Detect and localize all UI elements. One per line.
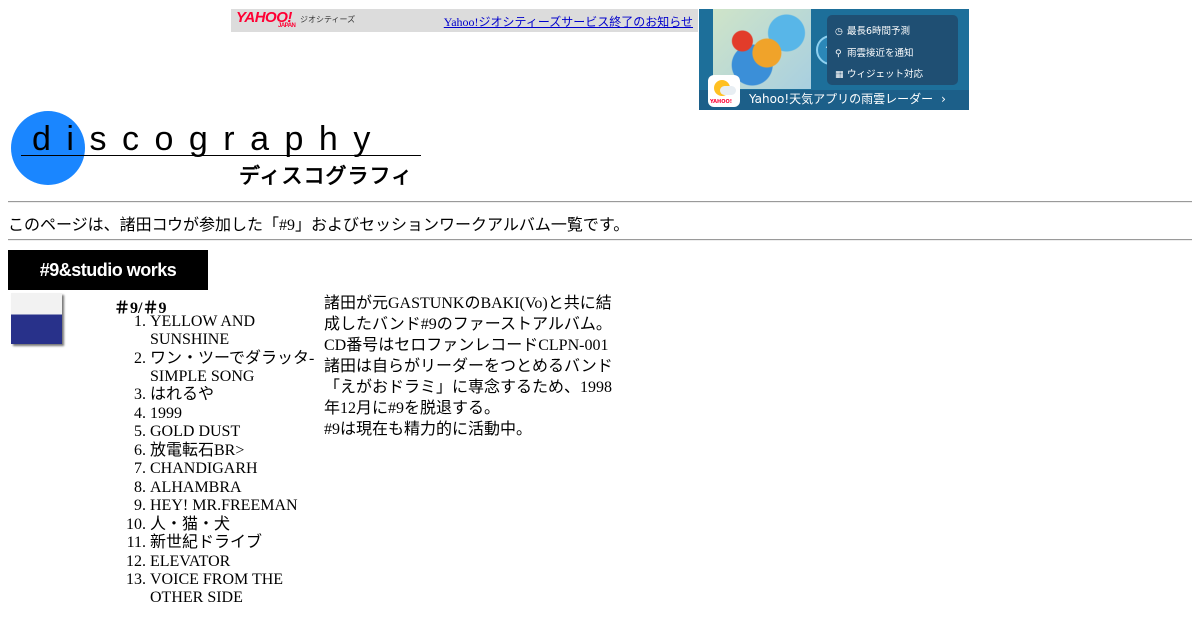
cloud-icon (720, 86, 736, 95)
ad-feature: ◷ 最長6時間予測 (835, 23, 910, 37)
list-item: 11. 新世紀ドライブ (126, 534, 263, 551)
list-item: 4. 1999 (134, 404, 182, 422)
list-item: 3. はれるや (134, 386, 215, 403)
list-item: 1. YELLOW AND SUNSHINE (134, 313, 256, 348)
list-item: 6. 放電転石BR> (134, 441, 245, 459)
logo-word: discography (32, 120, 386, 158)
widget-icon: ▦ (835, 70, 844, 80)
ad-cta-label: Yahoo!天気アプリの雨雲レーダー (749, 92, 934, 106)
discography-logo: discography ディスコグラフィ (10, 110, 422, 190)
list-item: 2. ワン・ツーでダラッタ-SIMPLE SONG (134, 349, 315, 385)
section-header: #9&studio works (8, 250, 208, 290)
description-line: 諸田が元GASTUNKのBAKI(Vo)と共に結成したバンド#9のファーストアル… (324, 295, 612, 333)
geocities-banner: YAHOO! JAPAN ジオシティーズ Yahoo!ジオシティーズサービス終了… (231, 9, 698, 32)
list-item: 13. VOICE FROM THE OTHER SIDE (126, 571, 284, 606)
list-item: 9. HEY! MR.FREEMAN (134, 497, 298, 514)
ad-feature: ⚲ 雨雲接近を通知 (835, 45, 914, 59)
track-list: 1. YELLOW AND SUNSHINE 2. ワン・ツーでダラッタ-SIMPL… (114, 313, 318, 608)
list-item: 7. CHANDIGARH (134, 460, 258, 477)
service-end-notice-link[interactable]: Yahoo!ジオシティーズサービス終了のお知らせ (444, 13, 693, 30)
clock-icon: ◷ (835, 27, 843, 37)
divider (8, 239, 1192, 241)
list-item: 10. 人・猫・犬 (126, 515, 231, 533)
description-line: 諸田は自らがリーダーをつとめるバンド「えがおドラミ」に専念するため、1998年1… (324, 358, 613, 417)
list-item: 12. ELEVATOR (126, 552, 231, 570)
divider (8, 201, 1192, 203)
ad-feature-panel: ◷ 最長6時間予測 ⚲ 雨雲接近を通知 ▦ ウィジェット対応 (827, 15, 958, 85)
ad-feature-label: ウィジェット対応 (847, 69, 924, 80)
location-pin-icon: ⚲ (835, 49, 842, 59)
list-item: 8. ALHAMBRA (134, 478, 242, 496)
weather-app-icon: YAHOO! (708, 75, 740, 107)
page-intro: このページは、諸田コウが参加した「#9」およびセッションワークアルバム一覧です。 (8, 217, 630, 234)
app-icon-brand: YAHOO! (710, 99, 732, 105)
ad-feature-label: 最長6時間予測 (847, 26, 911, 37)
yahoo-logo-sub: JAPAN (278, 23, 296, 29)
description-line: CD番号はセロファンレコードCLPN-001 (324, 337, 609, 354)
chevron-right-icon: › (941, 92, 946, 106)
ad-cta[interactable]: Yahoo!天気アプリの雨雲レーダー › (749, 90, 946, 107)
logo-underline (21, 155, 421, 156)
cover-wave (11, 316, 62, 326)
geocities-name: ジオシティーズ (300, 15, 356, 24)
weather-app-ad[interactable]: ☂ ◷最長6時間予測 ⚲雨雲接近を通知 ▦ウィジェット対応 YAHOO! Yah… (699, 9, 969, 110)
ad-feature-label: 雨雲接近を通知 (847, 48, 914, 59)
yahoo-japan-logo[interactable]: YAHOO! JAPAN (236, 10, 296, 29)
description-line: #9は現在も精力的に活動中。 (324, 421, 533, 438)
logo-japanese: ディスコグラフィ (239, 164, 414, 188)
ad-feature: ▦ ウィジェット対応 (835, 66, 923, 80)
list-item: 5. GOLD DUST (134, 423, 241, 440)
album-description: 諸田が元GASTUNKのBAKI(Vo)と共に結成したバンド#9のファーストアル… (324, 293, 619, 440)
album-cover-image (11, 293, 62, 344)
